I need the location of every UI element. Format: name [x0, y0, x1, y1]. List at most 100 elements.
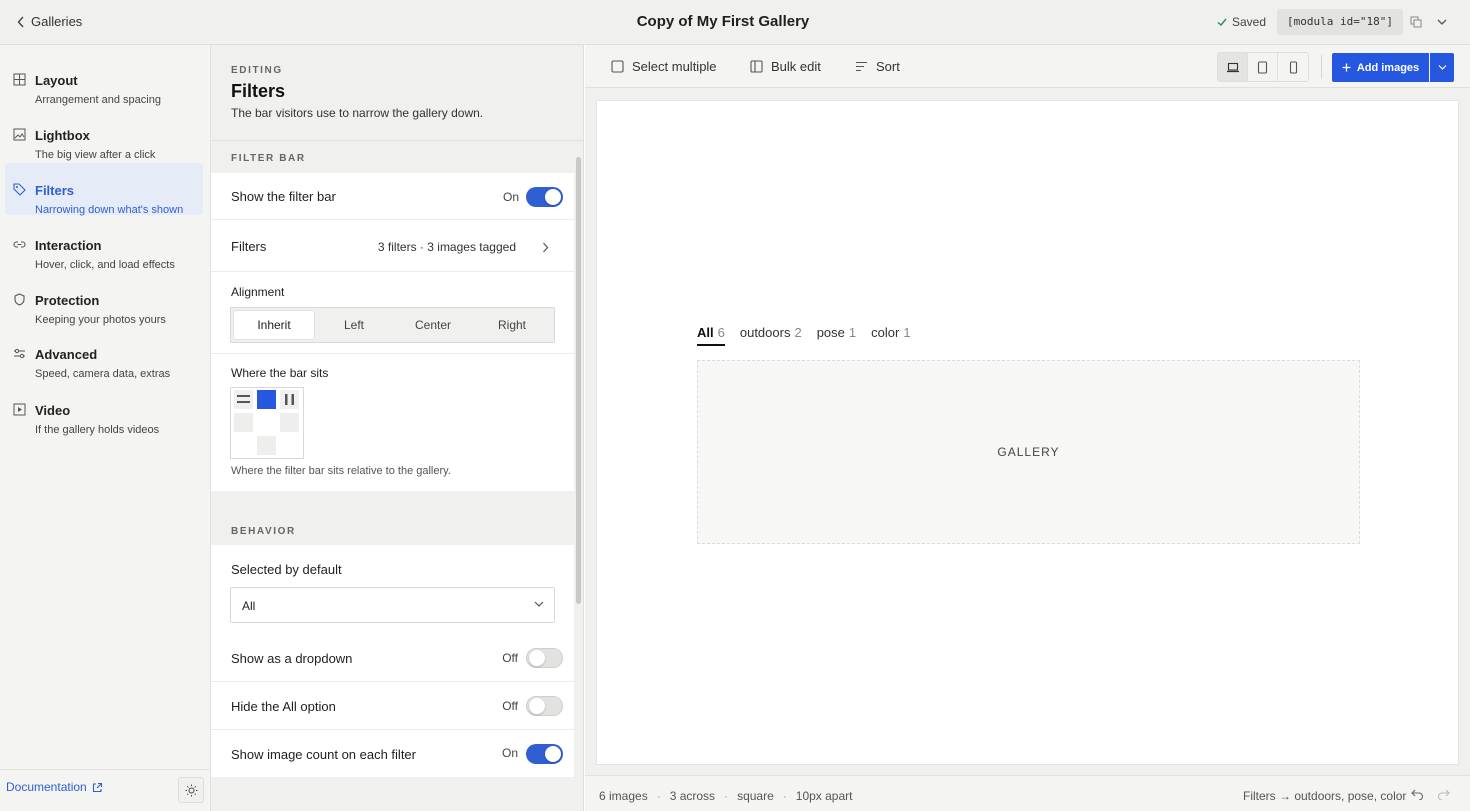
gallery-editor: Select multiple Bulk edit Sort Add image… [585, 45, 1470, 811]
filters-summary: Filters → outdoors, pose, color [1243, 789, 1407, 803]
nav-item-description: The big view after a click [35, 149, 156, 161]
show-dropdown-state: Off [502, 651, 518, 665]
preview-filter-all[interactable]: All 6 [697, 325, 725, 346]
section-label-behavior: BEHAVIOR [231, 526, 296, 537]
gallery-placeholder: GALLERY [697, 360, 1360, 544]
columns-count: 3 across [669, 789, 716, 803]
gallery-preview: All 6 outdoors 2 pose 1 color 1 GALLERY [596, 100, 1459, 765]
play-icon [13, 403, 26, 416]
nav-item-video[interactable]: Video If the gallery holds videos [5, 383, 203, 436]
filters-row-label: Filters [231, 239, 267, 254]
sort-button[interactable]: Sort [855, 59, 900, 74]
separator-dot: · [656, 789, 661, 803]
device-preview-switcher [1217, 52, 1309, 82]
nav-item-protection[interactable]: Protection Keeping your photos yours [5, 273, 203, 326]
separator-dot: · [782, 789, 787, 803]
section-label-filter-bar: FILTER BAR [231, 153, 306, 164]
top-bar: Galleries Copy of My First Gallery Saved… [0, 0, 1470, 45]
toggle-knob [545, 189, 561, 205]
nav-item-filters[interactable]: Filters Narrowing down what's shown [5, 163, 203, 216]
filter-name: color [871, 325, 900, 340]
selected-default-label: Selected by default [231, 562, 342, 577]
hide-all-state: Off [502, 699, 518, 713]
alignment-option-center[interactable]: Center [393, 311, 473, 339]
position-top-right[interactable] [280, 390, 299, 409]
phone-icon [1289, 60, 1297, 74]
nav-item-description: Hover, click, and load effects [35, 259, 175, 271]
show-filter-bar-toggle[interactable] [526, 187, 563, 207]
chevron-down-icon [1438, 65, 1446, 70]
hide-all-toggle[interactable] [526, 696, 563, 716]
nav-item-description: Arrangement and spacing [35, 94, 161, 106]
redo-icon[interactable] [1437, 788, 1450, 800]
filter-name: outdoors [739, 325, 791, 340]
add-images-button[interactable]: Add images [1332, 53, 1429, 82]
position-top-center[interactable] [257, 390, 276, 409]
toolbar-divider [1321, 55, 1322, 79]
preview-filter-outdoors[interactable]: outdoors 2 [740, 325, 802, 346]
filter-name: All [697, 325, 714, 340]
documentation-label: Documentation [6, 780, 87, 794]
copy-shortcode-button[interactable] [1403, 9, 1429, 35]
desktop-preview-button[interactable] [1218, 53, 1248, 81]
bulk-edit-button[interactable]: Bulk edit [750, 59, 821, 74]
sort-icon [856, 61, 867, 72]
position-middle-center [257, 413, 276, 432]
nav-item-label: Lightbox [35, 128, 90, 143]
tablet-preview-button[interactable] [1248, 53, 1278, 81]
editor-toolbar: Select multiple Bulk edit Sort Add image… [585, 45, 1470, 88]
alignment-option-inherit[interactable]: Inherit [234, 311, 314, 339]
filters-settings-panel: EDITING Filters The bar visitors use to … [211, 45, 584, 811]
mobile-preview-button[interactable] [1278, 53, 1308, 81]
position-top-left[interactable] [234, 390, 253, 409]
selected-default-select[interactable]: All [230, 587, 555, 623]
alignment-option-left[interactable]: Left [314, 311, 394, 339]
image-shape: square [737, 789, 774, 803]
panel-eyebrow: EDITING [231, 65, 283, 76]
add-images-label: Add images [1356, 61, 1420, 74]
nav-item-description: If the gallery holds videos [35, 424, 160, 436]
position-middle-left[interactable] [234, 413, 253, 432]
nav-item-label: Video [35, 403, 71, 418]
panel-icon [750, 60, 763, 73]
show-filter-bar-state: On [502, 190, 519, 204]
separator-dot: · [724, 789, 729, 803]
plus-icon [1342, 63, 1351, 72]
position-middle-right[interactable] [280, 413, 299, 432]
preview-filter-pose[interactable]: pose 1 [817, 325, 856, 346]
shortcode-field[interactable]: [modula id="18"] [1277, 9, 1403, 35]
preview-filter-color[interactable]: color 1 [871, 325, 910, 346]
undo-icon[interactable] [1411, 788, 1424, 800]
nav-item-interaction[interactable]: Interaction Hover, click, and load effec… [5, 218, 203, 271]
add-images-menu-button[interactable] [1430, 53, 1454, 82]
nav-item-label: Interaction [35, 238, 102, 253]
copy-icon [1410, 16, 1422, 28]
nav-item-description: Keeping your photos yours [35, 314, 166, 326]
theme-toggle-button[interactable] [178, 777, 204, 803]
gallery-stats: 6 images · 3 across · square · 10px apar… [599, 789, 852, 803]
bulk-edit-label: Bulk edit [771, 59, 821, 74]
position-bottom-center[interactable] [257, 436, 276, 455]
panel-description: The bar visitors use to narrow the galle… [231, 106, 484, 120]
shortcode-menu-button[interactable] [1429, 9, 1455, 35]
nav-item-lightbox[interactable]: Lightbox The big view after a click [5, 108, 203, 161]
alignment-option-right[interactable]: Right [472, 311, 552, 339]
nav-item-layout[interactable]: Layout Arrangement and spacing [5, 53, 203, 106]
select-multiple-button[interactable]: Select multiple [611, 59, 717, 74]
panel-header-divider [211, 140, 583, 141]
documentation-link[interactable]: Documentation [6, 780, 103, 794]
row-divider [211, 681, 574, 682]
nav-item-label: Filters [35, 183, 75, 198]
panel-scrollbar[interactable] [576, 157, 581, 604]
show-dropdown-toggle[interactable] [526, 648, 563, 668]
image-icon [13, 128, 26, 141]
show-count-toggle[interactable] [526, 744, 563, 764]
chevron-down-icon [1437, 19, 1447, 25]
chevron-down-icon [534, 601, 544, 607]
show-filter-bar-label: Show the filter bar [231, 189, 336, 204]
selected-default-value: All [242, 599, 256, 613]
chevron-right-icon[interactable] [542, 242, 549, 253]
nav-item-advanced[interactable]: Advanced Speed, camera data, extras [5, 327, 203, 380]
filter-count: 2 [794, 325, 802, 340]
settings-nav: Layout Arrangement and spacing Lightbox … [0, 45, 211, 811]
